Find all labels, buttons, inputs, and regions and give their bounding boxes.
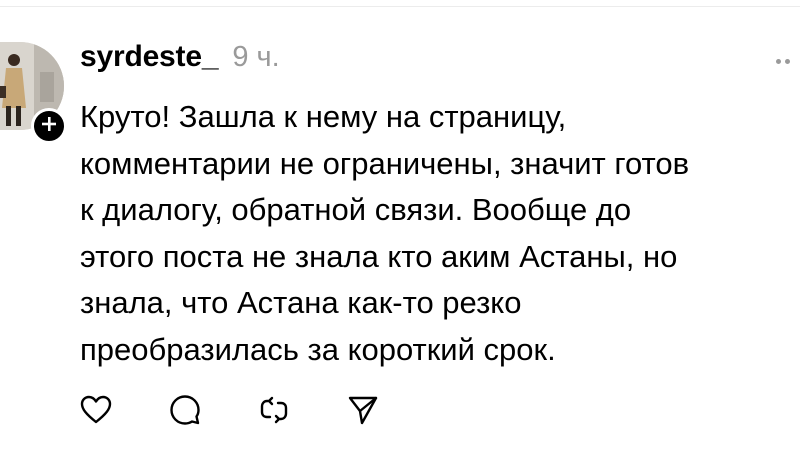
share-button[interactable]: [347, 396, 379, 428]
action-bar: [80, 392, 436, 432]
follow-button[interactable]: [31, 108, 67, 144]
speech-bubble-icon: [169, 394, 201, 431]
repost-button[interactable]: [258, 396, 290, 428]
top-divider: [0, 6, 800, 7]
heart-icon: [80, 395, 112, 430]
more-icon[interactable]: [776, 56, 800, 66]
send-icon: [347, 394, 379, 431]
comment-header: syrdeste_ 9 ч.: [80, 40, 280, 84]
repost-icon: [258, 394, 290, 431]
reply-button[interactable]: [169, 394, 201, 431]
comment-text: Круто! Зашла к нему на страницу, коммент…: [80, 99, 690, 367]
timestamp: 9 ч.: [232, 41, 280, 73]
like-button[interactable]: [80, 395, 112, 430]
avatar-container[interactable]: [0, 40, 70, 144]
username[interactable]: syrdeste_: [80, 40, 219, 74]
plus-icon: [41, 116, 57, 137]
